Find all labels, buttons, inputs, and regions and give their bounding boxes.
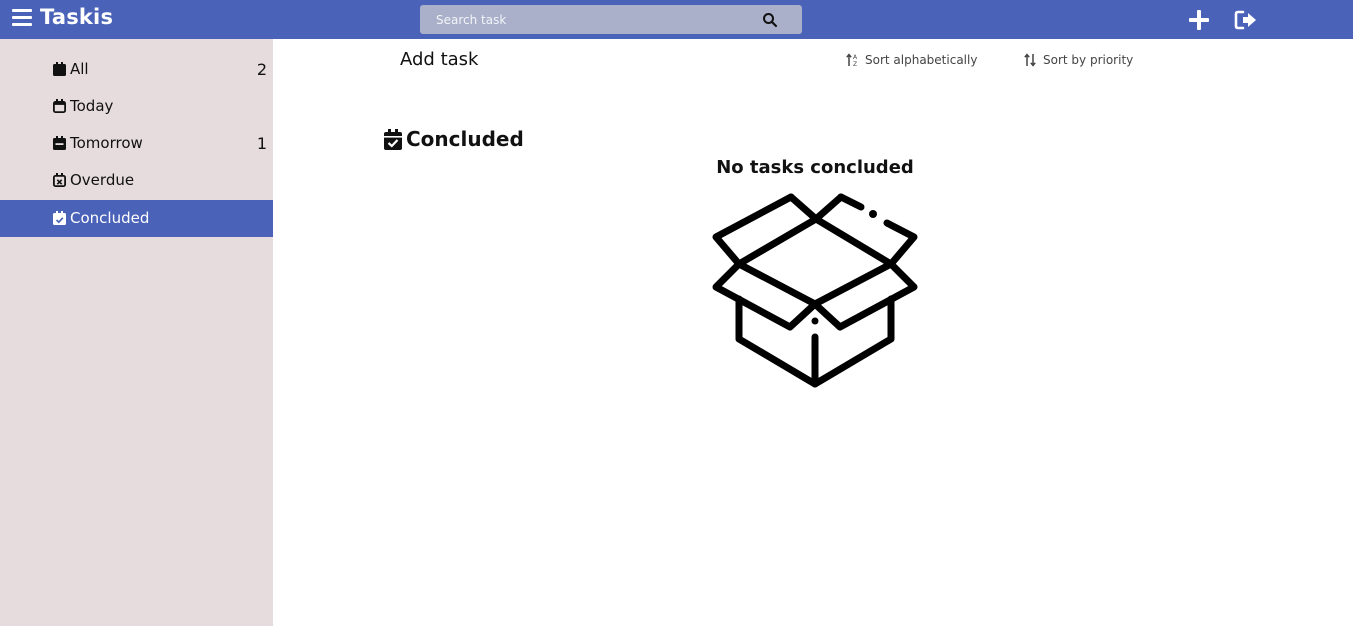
calendar-check-icon [384, 128, 402, 150]
sort-alphabetically-button[interactable]: A Z Sort alphabetically [846, 53, 977, 67]
open-box-icon [712, 193, 918, 388]
sort-priority-button[interactable]: Sort by priority [1024, 53, 1133, 67]
sort-alpha-label: Sort alphabetically [865, 53, 978, 67]
sidebar-item-today[interactable]: Today [0, 88, 273, 125]
calendar-check-icon [53, 211, 66, 225]
sidebar-item-label: Overdue [70, 171, 135, 189]
section-heading: Concluded [384, 127, 524, 151]
task-count: 2 [256, 60, 267, 79]
svg-text:Z: Z [853, 61, 857, 67]
sort-priority-icon [1024, 53, 1036, 67]
sidebar-item-label: Concluded [70, 209, 150, 227]
task-count: 1 [256, 134, 267, 153]
plus-icon[interactable] [1187, 8, 1211, 32]
sidebar: All 2 Today Tomorrow 1 Overdue Concluded [0, 39, 273, 626]
sidebar-item-all[interactable]: All 2 [0, 51, 273, 88]
app-logo: Taskis [40, 5, 114, 29]
sidebar-item-label: All [70, 60, 89, 78]
sidebar-item-tomorrow[interactable]: Tomorrow 1 [0, 125, 273, 162]
calendar-full-icon [53, 62, 66, 76]
sidebar-item-label: Tomorrow [70, 134, 143, 152]
search-bar [420, 5, 802, 34]
sort-alpha-icon: A Z [846, 53, 858, 67]
search-input[interactable] [420, 5, 760, 34]
empty-state-message: No tasks concluded [716, 157, 914, 178]
sort-priority-label: Sort by priority [1043, 53, 1134, 67]
sidebar-item-concluded[interactable]: Concluded [0, 200, 273, 237]
sidebar-item-overdue[interactable]: Overdue [0, 162, 273, 199]
logout-icon[interactable] [1234, 8, 1258, 32]
calendar-x-icon [53, 173, 66, 187]
app-header: Taskis [0, 0, 1353, 39]
main-content: Add task A Z Sort alphabetically Sort by… [273, 39, 1353, 626]
menu-icon[interactable] [12, 9, 32, 29]
section-title: Concluded [406, 127, 524, 151]
calendar-outline-icon [53, 99, 66, 113]
add-task-button[interactable]: Add task [400, 49, 478, 70]
svg-text:A: A [853, 54, 858, 61]
search-icon[interactable] [762, 12, 778, 28]
calendar-minus-icon [53, 136, 66, 150]
sidebar-item-label: Today [70, 97, 114, 115]
